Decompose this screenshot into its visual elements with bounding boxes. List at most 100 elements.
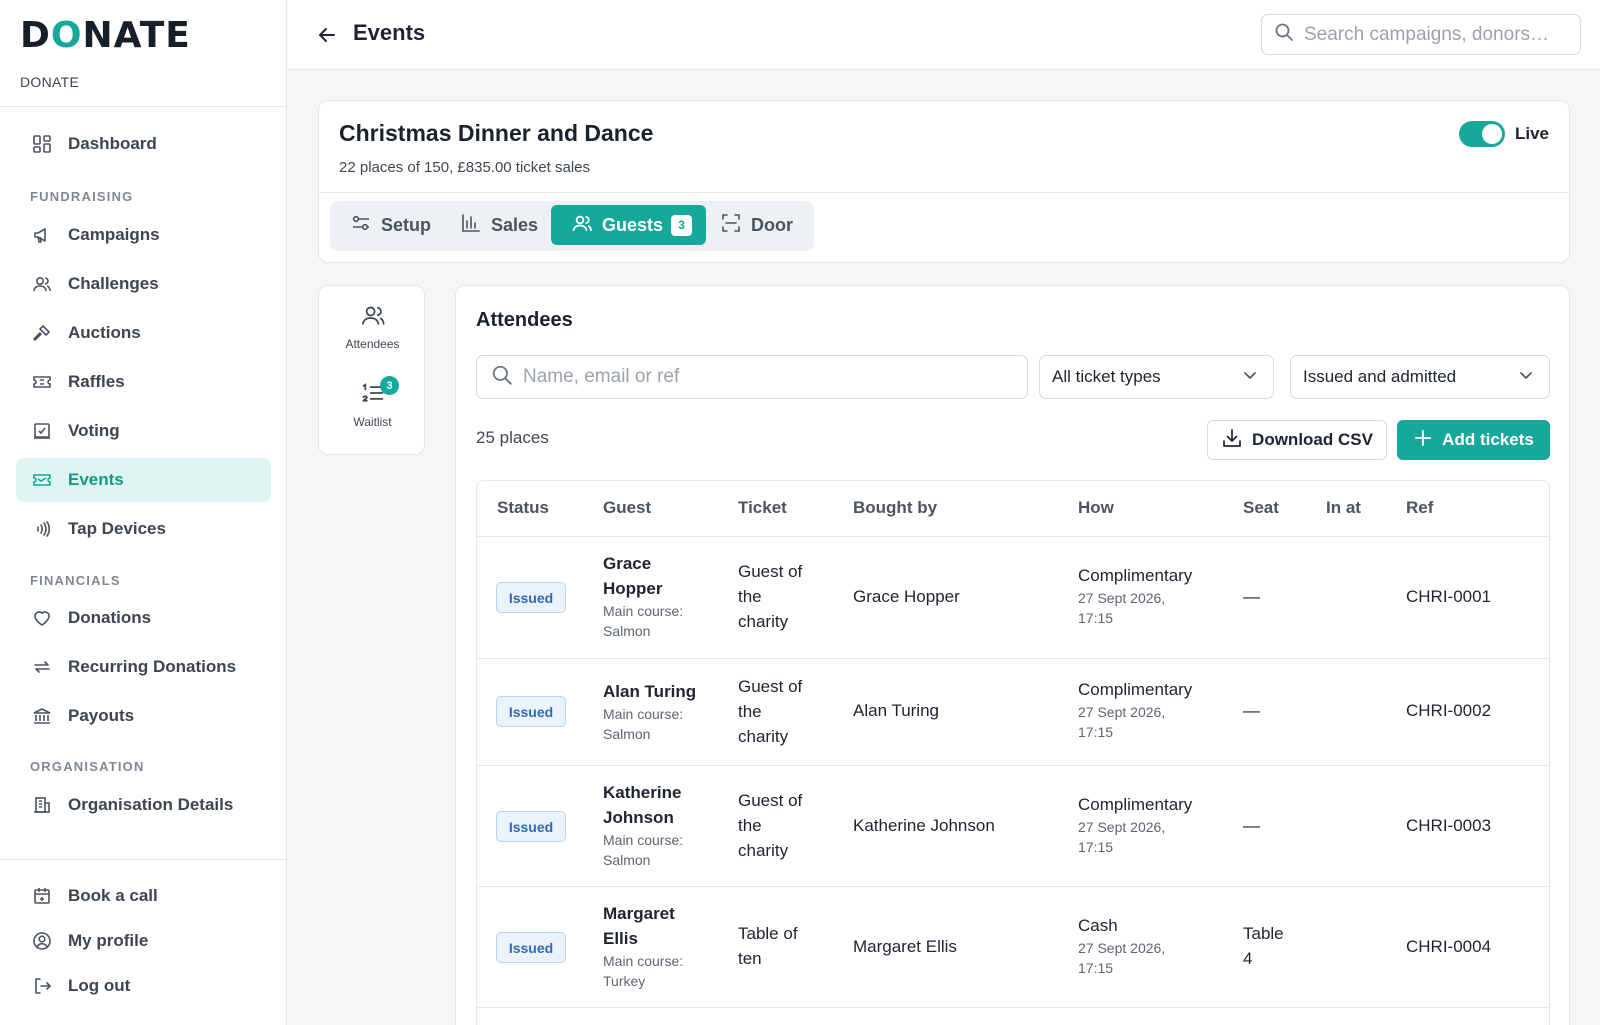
- table-row[interactable]: Issued Katherine Johnson Main course: Sa…: [477, 766, 1549, 887]
- ticket-cell: Guest of the charity: [738, 788, 802, 863]
- live-toggle[interactable]: [1459, 121, 1505, 147]
- table-header: Status Guest Ticket Bought by How Seat I…: [477, 481, 1549, 537]
- status-select[interactable]: Issued and admitted: [1290, 355, 1550, 399]
- toggle-knob: [1482, 124, 1502, 144]
- attendee-search-input[interactable]: [523, 366, 1003, 388]
- sliders-icon: [350, 212, 372, 239]
- sidebar-item-events[interactable]: Events: [16, 458, 271, 502]
- column-header-ref[interactable]: Ref: [1406, 498, 1433, 518]
- ticket-text: charity: [738, 727, 789, 746]
- sidebar-item-tap-devices[interactable]: Tap Devices: [16, 507, 271, 551]
- seat-cell: —: [1243, 698, 1260, 723]
- arrow-left-icon[interactable]: [314, 22, 340, 48]
- how-date: 17:15: [1078, 724, 1114, 740]
- guest-cell: Margaret Ellis Main course: Turkey: [603, 901, 683, 991]
- sidebar-item-recurring-donations[interactable]: Recurring Donations: [16, 645, 271, 689]
- users-icon: [360, 306, 386, 332]
- ref-cell: CHRI-0002: [1406, 701, 1492, 720]
- gavel-icon: [30, 321, 54, 345]
- tap-icon: [30, 517, 54, 541]
- how-date: 27 Sept 2026,: [1078, 940, 1166, 956]
- guest-cell: Katherine Johnson Main course: Salmon: [603, 780, 683, 870]
- subnav-attendees[interactable]: Attendees: [319, 302, 426, 351]
- subnav-waitlist[interactable]: 3 Waitlist: [319, 376, 426, 429]
- tab-sales[interactable]: Sales: [440, 205, 552, 245]
- ticket-cell: Guest of the charity: [738, 674, 802, 749]
- tab-label: Door: [751, 214, 793, 235]
- column-header-bought-by[interactable]: Bought by: [853, 498, 937, 518]
- sidebar-item-payouts[interactable]: Payouts: [16, 694, 271, 738]
- how-cell: Complimentary 27 Sept 2026, 17:15: [1078, 564, 1192, 628]
- sidebar-item-donations[interactable]: Donations: [16, 596, 271, 640]
- guest-cell: Grace Hopper Main course: Salmon: [603, 551, 683, 641]
- sidebar-item-label: Tap Devices: [68, 519, 166, 538]
- sidebar-item-my-profile[interactable]: My profile: [16, 919, 271, 963]
- table-row[interactable]: Issued Alan Turing Main course: Salmon G…: [477, 659, 1549, 766]
- sidebar-item-label: Voting: [68, 421, 120, 440]
- sidebar-item-label: Organisation Details: [68, 795, 234, 814]
- page-title: Events: [353, 20, 426, 45]
- sidebar-item-auctions[interactable]: Auctions: [16, 311, 271, 355]
- guest-name: Grace: [603, 554, 652, 573]
- ref-cell: CHRI-0001: [1406, 587, 1492, 606]
- guest-note: Main course:: [603, 706, 684, 722]
- bought-by-cell: Alan Turing: [853, 701, 939, 720]
- ticket-cell: Table of ten: [738, 921, 798, 971]
- how-date: 17:15: [1078, 839, 1114, 855]
- global-search-input[interactable]: [1304, 23, 1564, 46]
- ticket-text: ten: [738, 949, 762, 968]
- global-search[interactable]: [1261, 14, 1581, 55]
- sidebar-item-label: Donations: [68, 608, 152, 627]
- grid-icon: [30, 132, 54, 156]
- subnav-label: Waitlist: [353, 415, 392, 429]
- column-header-ticket[interactable]: Ticket: [738, 498, 787, 518]
- add-tickets-button[interactable]: Add tickets: [1397, 420, 1550, 460]
- guests-subnav: Attendees 3 Waitlist: [318, 285, 425, 455]
- users-icon: [30, 272, 54, 296]
- seat-text: —: [1243, 701, 1260, 720]
- guest-note: Main course:: [603, 832, 684, 848]
- ticket-text: the: [738, 587, 762, 606]
- table-row[interactable]: Issued Grace Hopper Main course: Salmon …: [477, 537, 1549, 659]
- logo[interactable]: DONATE: [20, 18, 266, 54]
- ticket-text: the: [738, 702, 762, 721]
- tab-setup[interactable]: Setup: [330, 205, 445, 245]
- column-header-in-at[interactable]: In at: [1326, 498, 1361, 518]
- bought-by-cell: Margaret Ellis: [853, 937, 957, 956]
- attendee-search[interactable]: [476, 355, 1028, 399]
- ticket-text: Table of: [738, 924, 798, 943]
- select-value: All ticket types: [1052, 367, 1161, 386]
- sidebar-item-log-out[interactable]: Log out: [16, 964, 271, 1008]
- column-header-seat[interactable]: Seat: [1243, 498, 1279, 518]
- sidebar-item-challenges[interactable]: Challenges: [16, 262, 271, 306]
- sidebar-item-book-call[interactable]: Book a call: [16, 874, 271, 918]
- tab-guests[interactable]: Guests 3: [551, 205, 707, 245]
- guest-note: Salmon: [603, 852, 651, 868]
- download-icon: [1221, 427, 1243, 454]
- download-csv-button[interactable]: Download CSV: [1207, 420, 1387, 460]
- sidebar-item-label: Challenges: [68, 274, 159, 293]
- table-row[interactable]: Issued Margaret Ellis Main course: Turke…: [477, 887, 1549, 1008]
- sidebar-item-label: Recurring Donations: [68, 657, 237, 676]
- how-cell: Cash 27 Sept 2026, 17:15: [1078, 914, 1165, 978]
- column-header-guest[interactable]: Guest: [603, 498, 651, 518]
- sidebar-item-campaigns[interactable]: Campaigns: [16, 213, 271, 257]
- repeat-icon: [30, 655, 54, 679]
- tab-door[interactable]: Door: [700, 205, 807, 245]
- sidebar-item-organisation-details[interactable]: Organisation Details: [16, 783, 271, 827]
- places-count: 25 places: [476, 428, 549, 447]
- column-header-status[interactable]: Status: [497, 498, 549, 518]
- ticket-type-select[interactable]: All ticket types: [1039, 355, 1274, 399]
- sidebar-item-dashboard[interactable]: Dashboard: [16, 122, 271, 166]
- sidebar-item-label: Dashboard: [68, 134, 157, 153]
- sidebar-item-voting[interactable]: Voting: [16, 409, 271, 453]
- how-date: 17:15: [1078, 610, 1114, 626]
- sidebar-item-raffles[interactable]: Raffles: [16, 360, 271, 404]
- guest-name: Katherine: [603, 783, 682, 802]
- guest-name: Ellis: [603, 929, 638, 948]
- guest-note: Main course:: [603, 603, 684, 619]
- heart-icon: [30, 606, 54, 630]
- how-method: Complimentary: [1078, 680, 1193, 699]
- seat-text: —: [1243, 816, 1260, 835]
- column-header-how[interactable]: How: [1078, 498, 1114, 518]
